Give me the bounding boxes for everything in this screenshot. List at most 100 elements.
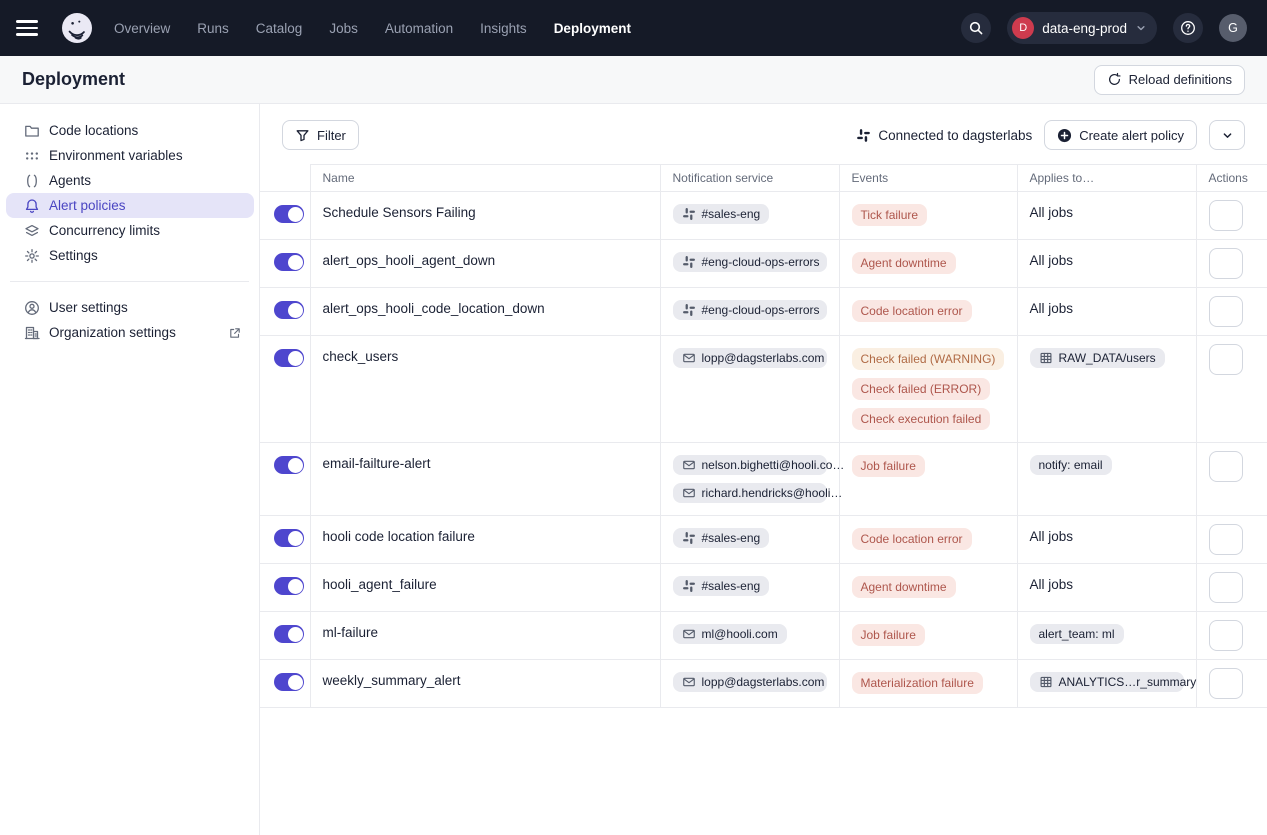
- chevron-down-icon: [1219, 353, 1232, 366]
- event-badge: Agent downtime: [852, 252, 956, 274]
- row-actions-button[interactable]: [1209, 620, 1243, 651]
- policy-enabled-toggle[interactable]: [274, 577, 304, 595]
- slack-channel-chip: #eng-cloud-ops-errors: [673, 300, 827, 320]
- tag-chip: notify: email: [1030, 455, 1112, 475]
- column-header-notification-service: Notification service: [660, 165, 839, 192]
- search-button[interactable]: [961, 13, 991, 43]
- sidebar-item-agents[interactable]: Agents: [6, 168, 254, 193]
- table-row: check_users lopp@dagsterlabs.com Check f…: [260, 336, 1267, 443]
- column-header-name: Name: [310, 165, 660, 192]
- chevron-down-icon: [1221, 129, 1234, 142]
- nav-item-jobs[interactable]: Jobs: [329, 17, 358, 40]
- policy-enabled-toggle[interactable]: [274, 456, 304, 474]
- info-icon[interactable]: [632, 252, 648, 268]
- chevron-down-icon: [1219, 677, 1232, 690]
- policy-enabled-toggle[interactable]: [274, 301, 304, 319]
- deployment-switcher[interactable]: D data-eng-prod: [1007, 12, 1157, 44]
- nav-item-deployment[interactable]: Deployment: [554, 17, 631, 40]
- sidebar-item-code-locations[interactable]: Code locations: [6, 118, 254, 143]
- more-actions-button[interactable]: [1209, 120, 1245, 150]
- nav-item-overview[interactable]: Overview: [114, 17, 170, 40]
- slack-connection-status: Connected to dagsterlabs: [856, 128, 1032, 143]
- slack-channel-chip: #sales-eng: [673, 576, 770, 596]
- reload-definitions-button[interactable]: Reload definitions: [1094, 65, 1245, 95]
- policy-name: hooli_agent_failure: [323, 576, 624, 592]
- table-row: alert_ops_hooli_agent_down #eng-cloud-op…: [260, 240, 1267, 288]
- info-icon[interactable]: [632, 348, 648, 364]
- row-actions-button[interactable]: [1209, 344, 1243, 375]
- table-row: Schedule Sensors Failing #sales-eng Tick…: [260, 192, 1267, 240]
- sidebar-item-concurrency-limits[interactable]: Concurrency limits: [6, 218, 254, 243]
- nav-item-catalog[interactable]: Catalog: [256, 17, 303, 40]
- row-actions-button[interactable]: [1209, 524, 1243, 555]
- row-actions-button[interactable]: [1209, 296, 1243, 327]
- policy-enabled-toggle[interactable]: [274, 625, 304, 643]
- policy-enabled-toggle[interactable]: [274, 673, 304, 691]
- folder-icon: [24, 123, 40, 139]
- nav-item-automation[interactable]: Automation: [385, 17, 453, 40]
- chevron-down-icon: [1219, 305, 1232, 318]
- menu-icon[interactable]: [16, 15, 42, 41]
- info-icon[interactable]: [632, 528, 648, 544]
- chevron-down-icon: [1219, 533, 1232, 546]
- help-icon: [1180, 20, 1196, 36]
- row-actions-button[interactable]: [1209, 200, 1243, 231]
- info-icon[interactable]: [632, 455, 648, 471]
- agents-icon: [24, 173, 40, 189]
- row-actions-button[interactable]: [1209, 572, 1243, 603]
- policy-name: email-failture-alert: [323, 455, 624, 471]
- policy-enabled-toggle[interactable]: [274, 205, 304, 223]
- slack-channel-chip: #eng-cloud-ops-errors: [673, 252, 827, 272]
- email-chip: ml@hooli.com: [673, 624, 787, 644]
- table-row: ml-failure ml@hooli.com Job failure aler…: [260, 612, 1267, 660]
- policy-enabled-toggle[interactable]: [274, 349, 304, 367]
- reload-icon: [1107, 72, 1122, 87]
- sidebar-item-organization-settings[interactable]: Organization settings: [6, 320, 254, 345]
- info-icon[interactable]: [632, 204, 648, 220]
- top-nav: Overview Runs Catalog Jobs Automation Insight…: [0, 0, 1267, 56]
- column-header-applies-to: Applies to…: [1017, 165, 1196, 192]
- nav-item-runs[interactable]: Runs: [197, 17, 229, 40]
- info-icon[interactable]: [632, 300, 648, 316]
- applies-to-value: All jobs: [1030, 528, 1074, 544]
- sidebar-item-settings[interactable]: Settings: [6, 243, 254, 268]
- help-button[interactable]: [1173, 13, 1203, 43]
- event-badge: Tick failure: [852, 204, 928, 226]
- row-actions-button[interactable]: [1209, 668, 1243, 699]
- tag-chip: alert_team: ml: [1030, 624, 1124, 644]
- slack-icon: [856, 128, 871, 143]
- column-header-events: Events: [839, 165, 1017, 192]
- bell-icon: [24, 198, 40, 214]
- info-icon[interactable]: [632, 672, 648, 688]
- row-actions-button[interactable]: [1209, 451, 1243, 482]
- tag-chip: RAW_DATA/users: [1030, 348, 1165, 368]
- filter-button[interactable]: Filter: [282, 120, 359, 150]
- policy-enabled-toggle[interactable]: [274, 529, 304, 547]
- info-icon[interactable]: [632, 624, 648, 640]
- nav-item-insights[interactable]: Insights: [480, 17, 527, 40]
- table-header-row: NameNotification serviceEventsApplies to…: [260, 165, 1267, 192]
- external-link-icon[interactable]: [228, 326, 242, 340]
- sidebar-item-user-settings[interactable]: User settings: [6, 295, 254, 320]
- chevron-down-icon: [1219, 257, 1232, 270]
- deployment-name: data-eng-prod: [1042, 21, 1127, 36]
- slack-icon: [682, 579, 696, 593]
- email-chip: lopp@dagsterlabs.com: [673, 672, 827, 692]
- sidebar: Code locations Environment variables Age…: [0, 104, 260, 835]
- create-alert-policy-button[interactable]: Create alert policy: [1044, 120, 1197, 150]
- user-icon: [24, 300, 40, 316]
- event-badge: Job failure: [852, 624, 925, 646]
- sidebar-item-environment-variables[interactable]: Environment variables: [6, 143, 254, 168]
- user-avatar[interactable]: G: [1219, 14, 1247, 42]
- email-chip: lopp@dagsterlabs.com: [673, 348, 827, 368]
- info-icon[interactable]: [632, 576, 648, 592]
- policy-enabled-toggle[interactable]: [274, 253, 304, 271]
- row-actions-button[interactable]: [1209, 248, 1243, 279]
- sidebar-item-alert-policies[interactable]: Alert policies: [6, 193, 254, 218]
- dagster-logo-icon[interactable]: [60, 11, 94, 45]
- email-icon: [682, 627, 696, 641]
- page-header: Deployment Reload definitions: [0, 56, 1267, 104]
- slack-icon: [682, 207, 696, 221]
- alerts-toolbar: Filter Connected to dagsterlabs Create a…: [260, 104, 1267, 164]
- slack-channel-chip: #sales-eng: [673, 528, 770, 548]
